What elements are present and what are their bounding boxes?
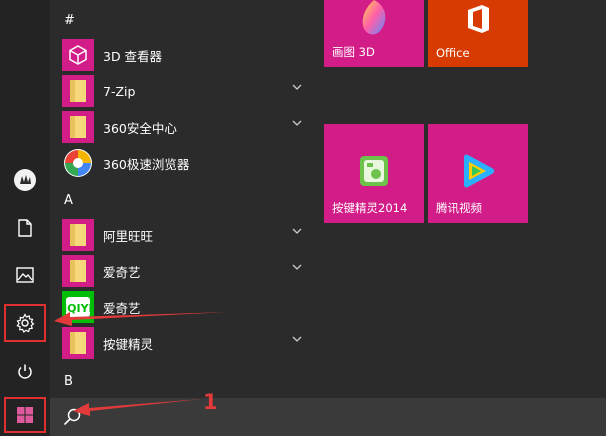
tile-label: 按键精灵2014 <box>332 201 408 215</box>
chevron-down-icon[interactable] <box>292 264 302 271</box>
tile-paint-3d[interactable]: 画图 3D <box>324 0 424 67</box>
picture-icon <box>16 267 34 283</box>
anjianjingling-icon <box>360 156 388 186</box>
folder-icon <box>62 111 94 143</box>
iqiyi-icon: iQIYI <box>62 291 94 323</box>
tile-office[interactable]: Office <box>428 0 528 67</box>
app-label: 360安全中心 <box>103 120 177 136</box>
app-iqiyi-folder[interactable]: 爱奇艺 <box>62 254 310 288</box>
app-label: 爱奇艺 <box>103 264 141 280</box>
office-logo-icon <box>468 5 489 33</box>
chevron-down-icon[interactable] <box>292 84 302 91</box>
app-iqiyi[interactable]: iQIYI 爱奇艺 <box>62 290 310 324</box>
tile-anjianjingling-2014[interactable]: 按键精灵2014 <box>324 124 424 223</box>
chevron-down-icon[interactable] <box>292 336 302 343</box>
windows-logo-icon <box>17 407 33 423</box>
start-left-rail <box>0 0 50 436</box>
360-browser-icon <box>62 147 94 179</box>
settings-button[interactable] <box>4 304 46 342</box>
3d-cube-icon <box>62 39 94 71</box>
app-7zip[interactable]: 7-Zip <box>62 74 310 108</box>
chevron-down-icon[interactable] <box>292 120 302 127</box>
pictures-button[interactable] <box>5 257 45 293</box>
app-anjianjingling-folder[interactable]: 按键精灵 <box>62 326 310 360</box>
folder-icon <box>62 219 94 251</box>
folder-icon <box>62 255 94 287</box>
tile-tencent-video[interactable]: 腾讯视频 <box>428 124 528 223</box>
svg-text:iQIYI: iQIYI <box>65 302 91 315</box>
app-aliwangwang[interactable]: 阿里旺旺 <box>62 218 310 252</box>
app-label: 阿里旺旺 <box>103 228 154 244</box>
chevron-down-icon[interactable] <box>292 228 302 235</box>
section-header-b[interactable]: B <box>64 374 73 389</box>
user-avatar-icon <box>14 169 36 191</box>
folder-icon <box>62 75 94 107</box>
document-icon <box>18 219 32 237</box>
app-label: 按键精灵 <box>103 336 154 352</box>
app-360-security[interactable]: 360安全中心 <box>62 110 310 144</box>
documents-button[interactable] <box>5 210 45 246</box>
app-label: 爱奇艺 <box>103 300 141 316</box>
tile-label: Office <box>436 46 470 60</box>
power-button[interactable] <box>5 354 45 390</box>
app-list: # 3D 查看器 7-Zip 360安全中心 360极速浏览器 A 阿里旺旺 爱… <box>50 0 312 398</box>
app-3d-viewer[interactable]: 3D 查看器 <box>62 38 310 72</box>
tile-label: 腾讯视频 <box>436 201 482 215</box>
section-header-hash[interactable]: # <box>64 13 75 28</box>
paint-3d-icon <box>362 0 386 35</box>
search-icon[interactable] <box>63 408 81 426</box>
gear-icon <box>16 313 35 333</box>
app-label: 3D 查看器 <box>103 48 163 64</box>
app-label: 7-Zip <box>103 83 136 99</box>
tile-label: 画图 3D <box>332 45 375 59</box>
search-bar[interactable] <box>50 398 606 436</box>
app-360-browser[interactable]: 360极速浏览器 <box>62 146 310 180</box>
folder-icon <box>62 327 94 359</box>
section-header-a[interactable]: A <box>64 193 73 208</box>
tencent-video-icon <box>464 154 495 188</box>
user-account-button[interactable] <box>5 162 45 198</box>
power-icon <box>18 364 32 379</box>
annotation-step-number: 1 <box>203 390 218 414</box>
start-button[interactable] <box>4 397 46 433</box>
app-label: 360极速浏览器 <box>103 156 190 172</box>
